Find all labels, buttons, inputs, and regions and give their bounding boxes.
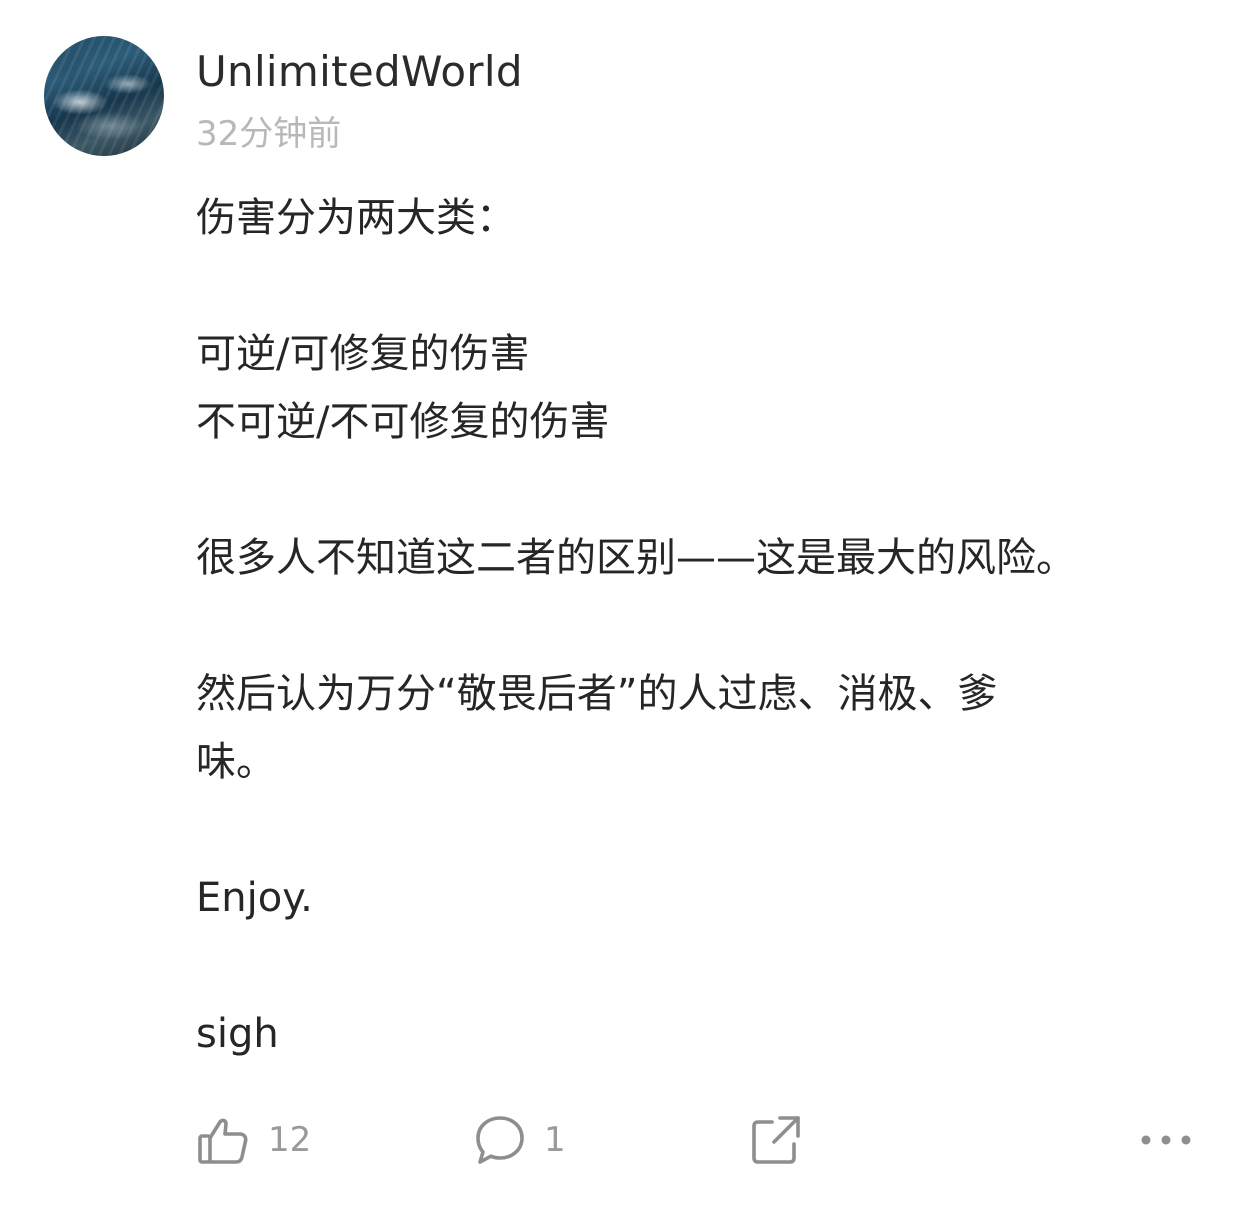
comment-bubble-icon [472, 1112, 528, 1168]
post-content: 伤害分为两大类： 可逆/可修复的伤害 不可逆/不可修复的伤害 很多人不知道这二者… [196, 184, 1196, 1068]
author-name[interactable]: UnlimitedWorld [196, 46, 523, 98]
post-line: 然后认为万分“敬畏后者”的人过虑、消极、爹 [196, 671, 998, 717]
post-line: sigh [196, 1011, 279, 1057]
comment-count: 1 [544, 1120, 566, 1160]
post-line: 可逆/可修复的伤害 [196, 331, 530, 377]
more-button[interactable] [1138, 1108, 1194, 1172]
post-line: 味。 [196, 739, 276, 785]
comment-button[interactable]: 1 [472, 1108, 566, 1172]
like-button[interactable]: 12 [196, 1108, 311, 1172]
action-bar: 12 1 [0, 1108, 1241, 1172]
share-button[interactable] [748, 1108, 804, 1172]
post-line: Enjoy. [196, 875, 313, 921]
more-dots-icon [1138, 1112, 1194, 1168]
share-icon [748, 1112, 804, 1168]
author-avatar[interactable] [44, 36, 164, 156]
post-timestamp: 32分钟前 [196, 114, 342, 154]
post-line: 很多人不知道这二者的区别——这是最大的风险。 [196, 535, 1076, 581]
post-line: 伤害分为两大类： [196, 195, 516, 241]
like-count: 12 [268, 1120, 312, 1160]
post-line: 不可逆/不可修复的伤害 [196, 399, 610, 445]
thumbs-up-icon [196, 1112, 252, 1168]
